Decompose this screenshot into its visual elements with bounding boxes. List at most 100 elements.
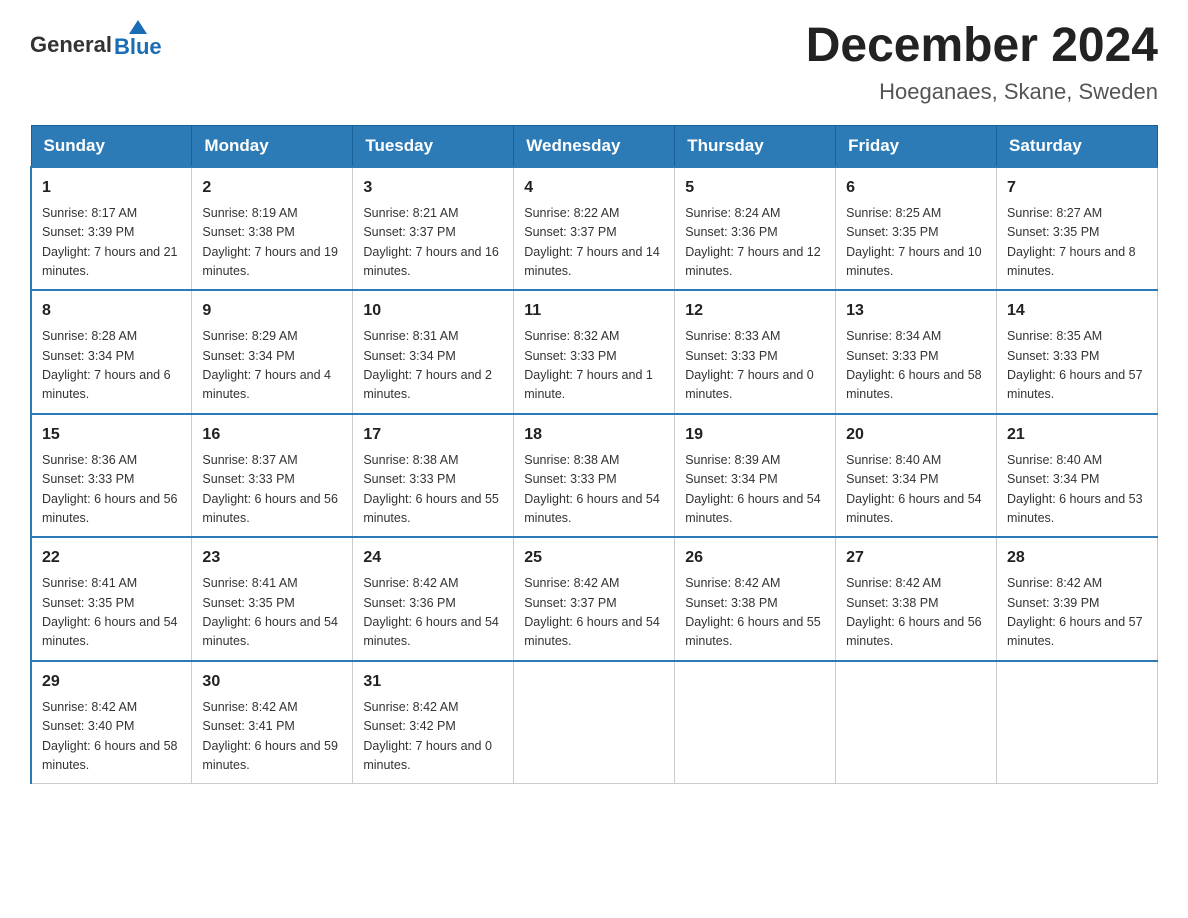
col-sunday: Sunday	[31, 125, 192, 167]
calendar-week-row: 8 Sunrise: 8:28 AMSunset: 3:34 PMDaylight…	[31, 290, 1158, 414]
table-row: 3Sunrise: 8:21 AMSunset: 3:37 PMDaylight…	[353, 167, 514, 291]
day-info: Sunrise: 8:35 AMSunset: 3:33 PMDaylight:…	[1007, 327, 1147, 405]
calendar-table: Sunday Monday Tuesday Wednesday Thursday…	[30, 125, 1158, 785]
table-row: 16 Sunrise: 8:37 AMSunset: 3:33 PMDayligh…	[192, 414, 353, 538]
day-number: 26	[685, 546, 825, 570]
table-row: 26 Sunrise: 8:42 AMSunset: 3:38 PMDayligh…	[675, 537, 836, 661]
day-info: Sunrise: 8:42 AMSunset: 3:41 PMDaylight:…	[202, 698, 342, 776]
table-row: 17Sunrise: 8:38 AMSunset: 3:33 PMDayligh…	[353, 414, 514, 538]
table-row: 28 Sunrise: 8:42 AMSunset: 3:39 PMDayligh…	[997, 537, 1158, 661]
day-number: 5	[685, 176, 825, 200]
day-info: Sunrise: 8:42 AMSunset: 3:38 PMDaylight:…	[846, 574, 986, 652]
table-row: 24 Sunrise: 8:42 AMSunset: 3:36 PMDayligh…	[353, 537, 514, 661]
day-number: 27	[846, 546, 986, 570]
day-number: 18	[524, 423, 664, 447]
day-number: 1	[42, 176, 181, 200]
day-info: Sunrise: 8:19 AMSunset: 3:38 PMDaylight:…	[202, 204, 342, 282]
day-info: Sunrise: 8:22 AMSunset: 3:37 PMDaylight:…	[524, 204, 664, 282]
day-number: 2	[202, 176, 342, 200]
day-number: 28	[1007, 546, 1147, 570]
table-row: 9 Sunrise: 8:29 AMSunset: 3:34 PMDaylight…	[192, 290, 353, 414]
table-row: 18 Sunrise: 8:38 AMSunset: 3:33 PMDayligh…	[514, 414, 675, 538]
day-number: 8	[42, 299, 181, 323]
day-info: Sunrise: 8:40 AMSunset: 3:34 PMDaylight:…	[846, 451, 986, 529]
table-row: 22 Sunrise: 8:41 AMSunset: 3:35 PMDayligh…	[31, 537, 192, 661]
day-info: Sunrise: 8:37 AMSunset: 3:33 PMDaylight:…	[202, 451, 342, 529]
table-row: 8 Sunrise: 8:28 AMSunset: 3:34 PMDaylight…	[31, 290, 192, 414]
col-thursday: Thursday	[675, 125, 836, 167]
month-title: December 2024	[806, 20, 1158, 73]
table-row: 23Sunrise: 8:41 AMSunset: 3:35 PMDayligh…	[192, 537, 353, 661]
day-number: 9	[202, 299, 342, 323]
logo-general-text: General	[30, 32, 112, 58]
day-info: Sunrise: 8:38 AMSunset: 3:33 PMDaylight:…	[524, 451, 664, 529]
table-row: 19 Sunrise: 8:39 AMSunset: 3:34 PMDayligh…	[675, 414, 836, 538]
day-info: Sunrise: 8:34 AMSunset: 3:33 PMDaylight:…	[846, 327, 986, 405]
day-info: Sunrise: 8:39 AMSunset: 3:34 PMDaylight:…	[685, 451, 825, 529]
day-number: 6	[846, 176, 986, 200]
table-row: 7Sunrise: 8:27 AMSunset: 3:35 PMDaylight…	[997, 167, 1158, 291]
day-info: Sunrise: 8:25 AMSunset: 3:35 PMDaylight:…	[846, 204, 986, 282]
day-number: 12	[685, 299, 825, 323]
day-info: Sunrise: 8:40 AMSunset: 3:34 PMDaylight:…	[1007, 451, 1147, 529]
day-number: 14	[1007, 299, 1147, 323]
col-saturday: Saturday	[997, 125, 1158, 167]
day-number: 23	[202, 546, 342, 570]
logo-icon: General Blue	[30, 20, 162, 58]
table-row: 4 Sunrise: 8:22 AMSunset: 3:37 PMDaylight…	[514, 167, 675, 291]
day-info: Sunrise: 8:41 AMSunset: 3:35 PMDaylight:…	[42, 574, 181, 652]
table-row: 6 Sunrise: 8:25 AMSunset: 3:35 PMDaylight…	[836, 167, 997, 291]
day-number: 31	[363, 670, 503, 694]
day-number: 16	[202, 423, 342, 447]
day-info: Sunrise: 8:24 AMSunset: 3:36 PMDaylight:…	[685, 204, 825, 282]
calendar-week-row: 15Sunrise: 8:36 AMSunset: 3:33 PMDayligh…	[31, 414, 1158, 538]
table-row: 20 Sunrise: 8:40 AMSunset: 3:34 PMDayligh…	[836, 414, 997, 538]
calendar-week-row: 1 Sunrise: 8:17 AMSunset: 3:39 PMDaylight…	[31, 167, 1158, 291]
table-row: 5 Sunrise: 8:24 AMSunset: 3:36 PMDaylight…	[675, 167, 836, 291]
calendar-week-row: 22 Sunrise: 8:41 AMSunset: 3:35 PMDayligh…	[31, 537, 1158, 661]
col-tuesday: Tuesday	[353, 125, 514, 167]
day-number: 3	[363, 176, 503, 200]
day-number: 29	[42, 670, 181, 694]
day-info: Sunrise: 8:27 AMSunset: 3:35 PMDaylight:…	[1007, 204, 1147, 282]
day-info: Sunrise: 8:36 AMSunset: 3:33 PMDaylight:…	[42, 451, 181, 529]
logo-blue-text: Blue	[114, 36, 162, 58]
day-info: Sunrise: 8:42 AMSunset: 3:36 PMDaylight:…	[363, 574, 503, 652]
table-row	[997, 661, 1158, 784]
table-row: 12 Sunrise: 8:33 AMSunset: 3:33 PMDayligh…	[675, 290, 836, 414]
col-wednesday: Wednesday	[514, 125, 675, 167]
day-number: 4	[524, 176, 664, 200]
day-info: Sunrise: 8:42 AMSunset: 3:37 PMDaylight:…	[524, 574, 664, 652]
page-header: General Blue December 2024 Hoeganaes, Sk…	[30, 20, 1158, 105]
table-row	[675, 661, 836, 784]
day-info: Sunrise: 8:42 AMSunset: 3:38 PMDaylight:…	[685, 574, 825, 652]
title-area: December 2024 Hoeganaes, Skane, Sweden	[806, 20, 1158, 105]
col-monday: Monday	[192, 125, 353, 167]
day-info: Sunrise: 8:42 AMSunset: 3:39 PMDaylight:…	[1007, 574, 1147, 652]
day-number: 20	[846, 423, 986, 447]
table-row: 14 Sunrise: 8:35 AMSunset: 3:33 PMDayligh…	[997, 290, 1158, 414]
day-info: Sunrise: 8:29 AMSunset: 3:34 PMDaylight:…	[202, 327, 342, 405]
logo: General Blue	[30, 20, 162, 58]
table-row	[514, 661, 675, 784]
col-friday: Friday	[836, 125, 997, 167]
day-number: 10	[363, 299, 503, 323]
day-info: Sunrise: 8:33 AMSunset: 3:33 PMDaylight:…	[685, 327, 825, 405]
table-row: 29Sunrise: 8:42 AMSunset: 3:40 PMDayligh…	[31, 661, 192, 784]
table-row: 30 Sunrise: 8:42 AMSunset: 3:41 PMDayligh…	[192, 661, 353, 784]
table-row: 15Sunrise: 8:36 AMSunset: 3:33 PMDayligh…	[31, 414, 192, 538]
day-number: 21	[1007, 423, 1147, 447]
day-number: 19	[685, 423, 825, 447]
day-info: Sunrise: 8:17 AMSunset: 3:39 PMDaylight:…	[42, 204, 181, 282]
table-row: 10Sunrise: 8:31 AMSunset: 3:34 PMDayligh…	[353, 290, 514, 414]
table-row: 21 Sunrise: 8:40 AMSunset: 3:34 PMDayligh…	[997, 414, 1158, 538]
table-row: 27 Sunrise: 8:42 AMSunset: 3:38 PMDayligh…	[836, 537, 997, 661]
table-row: 13 Sunrise: 8:34 AMSunset: 3:33 PMDayligh…	[836, 290, 997, 414]
day-number: 30	[202, 670, 342, 694]
day-number: 22	[42, 546, 181, 570]
day-number: 25	[524, 546, 664, 570]
day-info: Sunrise: 8:38 AMSunset: 3:33 PMDaylight:…	[363, 451, 503, 529]
day-number: 24	[363, 546, 503, 570]
day-info: Sunrise: 8:28 AMSunset: 3:34 PMDaylight:…	[42, 327, 181, 405]
day-number: 13	[846, 299, 986, 323]
